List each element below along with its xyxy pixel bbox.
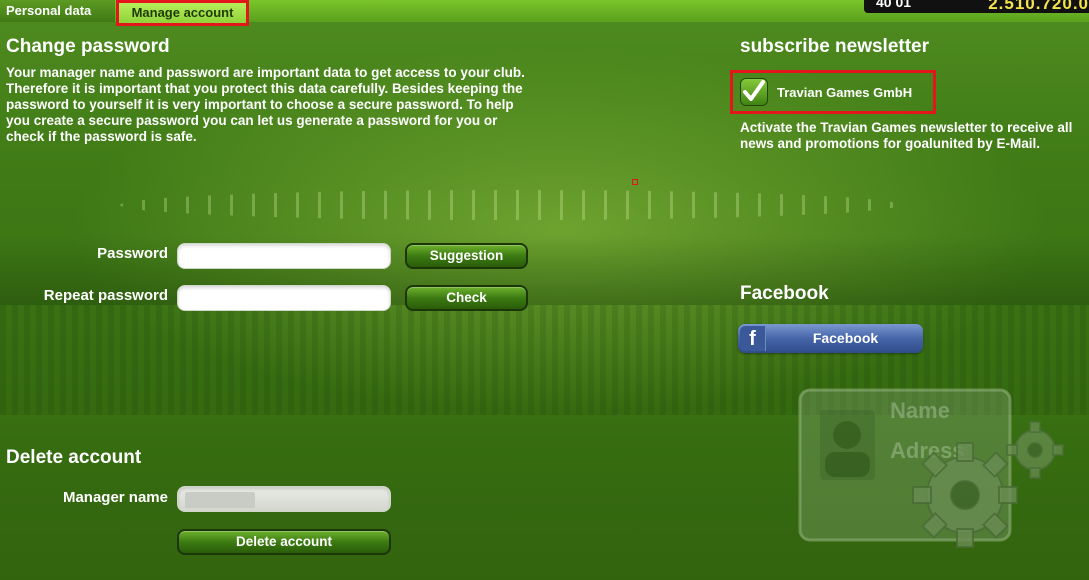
password-field[interactable] (177, 243, 391, 269)
newsletter-option[interactable]: Travian Games GmbH (730, 70, 936, 114)
redacted-manager-name (185, 492, 255, 508)
password-input[interactable] (178, 244, 390, 268)
decoration-name-text: Name (890, 398, 950, 423)
repeat-password-input[interactable] (178, 286, 390, 310)
delete-account-button[interactable]: Delete account (177, 529, 391, 555)
marker-dot (632, 179, 638, 185)
header-stats: 40 01 2.510.720.0 (864, 0, 1089, 13)
tab-manage-account[interactable]: Manage account (116, 0, 249, 26)
tab-bar: Personal data Manage account 40 01 2.510… (0, 0, 1089, 26)
account-decoration-icon: Name Adress (798, 388, 1064, 548)
newsletter-description: Activate the Travian Games newsletter to… (740, 120, 1073, 151)
change-password-title: Change password (6, 36, 170, 57)
change-password-description: Your manager name and password are impor… (6, 65, 525, 144)
tab-personal-data[interactable]: Personal data (0, 0, 115, 22)
facebook-button[interactable]: f Facebook (738, 324, 923, 353)
repeat-password-label: Repeat password (43, 287, 168, 304)
header-stat-right: 2.510.720.0 (988, 0, 1089, 13)
manager-name-label: Manager name (62, 489, 168, 506)
header-stat-left: 40 01 (876, 0, 912, 10)
manager-name-field[interactable] (177, 486, 391, 512)
check-button[interactable]: Check (405, 285, 528, 311)
facebook-button-label: Facebook (812, 330, 879, 346)
checkmark-icon (743, 80, 765, 101)
facebook-title: Facebook (740, 283, 829, 304)
stadium-lights (120, 190, 900, 220)
newsletter-checkbox-label: Travian Games GmbH (777, 85, 913, 100)
suggestion-button[interactable]: Suggestion (405, 243, 528, 269)
repeat-password-field[interactable] (177, 285, 391, 311)
delete-account-title: Delete account (6, 447, 142, 468)
newsletter-checkbox[interactable] (741, 79, 767, 105)
password-label: Password (97, 245, 168, 262)
newsletter-title: subscribe newsletter (740, 36, 930, 57)
facebook-icon: f (740, 326, 766, 351)
